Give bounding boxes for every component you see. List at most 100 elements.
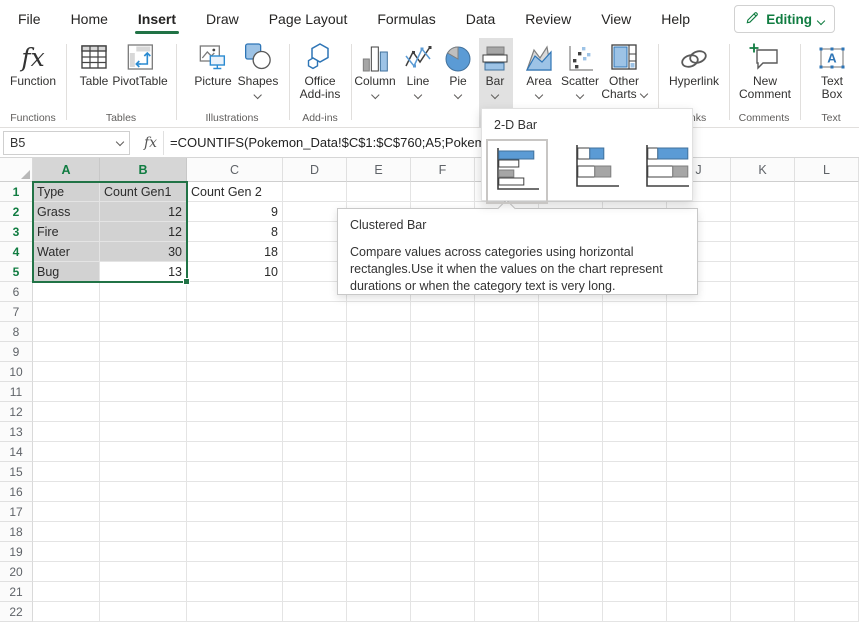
column-header-A[interactable]: A bbox=[33, 158, 100, 182]
cell-L7[interactable] bbox=[795, 302, 859, 322]
cell-J20[interactable] bbox=[667, 562, 731, 582]
cell-C13[interactable] bbox=[187, 422, 283, 442]
cell-A15[interactable] bbox=[33, 462, 100, 482]
cell-I11[interactable] bbox=[603, 382, 667, 402]
cell-H20[interactable] bbox=[539, 562, 603, 582]
cell-A20[interactable] bbox=[33, 562, 100, 582]
cell-D10[interactable] bbox=[283, 362, 347, 382]
cell-B17[interactable] bbox=[100, 502, 187, 522]
cell-C16[interactable] bbox=[187, 482, 283, 502]
row-header-9[interactable]: 9 bbox=[0, 342, 33, 362]
cell-C2[interactable]: 9 bbox=[187, 202, 283, 222]
cell-F11[interactable] bbox=[411, 382, 475, 402]
cell-A8[interactable] bbox=[33, 322, 100, 342]
cell-F18[interactable] bbox=[411, 522, 475, 542]
office-addins-button[interactable]: Office Add-ins bbox=[292, 40, 348, 101]
cell-L6[interactable] bbox=[795, 282, 859, 302]
cell-D11[interactable] bbox=[283, 382, 347, 402]
cell-L17[interactable] bbox=[795, 502, 859, 522]
row-header-7[interactable]: 7 bbox=[0, 302, 33, 322]
cell-L20[interactable] bbox=[795, 562, 859, 582]
cell-C6[interactable] bbox=[187, 282, 283, 302]
cell-L19[interactable] bbox=[795, 542, 859, 562]
cell-K1[interactable] bbox=[731, 182, 795, 202]
fill-handle[interactable] bbox=[183, 278, 190, 285]
cell-F8[interactable] bbox=[411, 322, 475, 342]
column-header-C[interactable]: C bbox=[187, 158, 283, 182]
cell-E22[interactable] bbox=[347, 602, 411, 622]
name-box[interactable]: B5 bbox=[3, 131, 130, 155]
tab-help[interactable]: Help bbox=[646, 0, 705, 38]
cell-G10[interactable] bbox=[475, 362, 539, 382]
column-header-L[interactable]: L bbox=[795, 158, 859, 182]
row-header-10[interactable]: 10 bbox=[0, 362, 33, 382]
cell-G19[interactable] bbox=[475, 542, 539, 562]
cell-B18[interactable] bbox=[100, 522, 187, 542]
new-comment-button[interactable]: New Comment bbox=[734, 40, 796, 101]
cell-B19[interactable] bbox=[100, 542, 187, 562]
cell-G12[interactable] bbox=[475, 402, 539, 422]
cell-C17[interactable] bbox=[187, 502, 283, 522]
chart-option-100-stacked-bar[interactable] bbox=[638, 139, 696, 198]
cell-F13[interactable] bbox=[411, 422, 475, 442]
row-header-18[interactable]: 18 bbox=[0, 522, 33, 542]
cell-L3[interactable] bbox=[795, 222, 859, 242]
cell-G17[interactable] bbox=[475, 502, 539, 522]
cell-G20[interactable] bbox=[475, 562, 539, 582]
cell-H11[interactable] bbox=[539, 382, 603, 402]
cell-K12[interactable] bbox=[731, 402, 795, 422]
cell-E1[interactable] bbox=[347, 182, 411, 202]
cell-F22[interactable] bbox=[411, 602, 475, 622]
cell-A5[interactable]: Bug bbox=[33, 262, 100, 282]
row-header-19[interactable]: 19 bbox=[0, 542, 33, 562]
cell-A13[interactable] bbox=[33, 422, 100, 442]
cell-D12[interactable] bbox=[283, 402, 347, 422]
tab-file[interactable]: File bbox=[3, 0, 56, 38]
cell-J22[interactable] bbox=[667, 602, 731, 622]
cell-B10[interactable] bbox=[100, 362, 187, 382]
cell-H22[interactable] bbox=[539, 602, 603, 622]
cell-D21[interactable] bbox=[283, 582, 347, 602]
cell-A17[interactable] bbox=[33, 502, 100, 522]
cell-G13[interactable] bbox=[475, 422, 539, 442]
cell-G22[interactable] bbox=[475, 602, 539, 622]
row-header-12[interactable]: 12 bbox=[0, 402, 33, 422]
cell-F19[interactable] bbox=[411, 542, 475, 562]
cell-H19[interactable] bbox=[539, 542, 603, 562]
cell-A10[interactable] bbox=[33, 362, 100, 382]
cell-G16[interactable] bbox=[475, 482, 539, 502]
cell-F9[interactable] bbox=[411, 342, 475, 362]
cell-L16[interactable] bbox=[795, 482, 859, 502]
cell-F10[interactable] bbox=[411, 362, 475, 382]
shapes-button[interactable]: Shapes bbox=[238, 40, 279, 98]
row-header-5[interactable]: 5 bbox=[0, 262, 33, 282]
cell-B11[interactable] bbox=[100, 382, 187, 402]
cell-I13[interactable] bbox=[603, 422, 667, 442]
cell-K2[interactable] bbox=[731, 202, 795, 222]
cell-L22[interactable] bbox=[795, 602, 859, 622]
cell-B22[interactable] bbox=[100, 602, 187, 622]
cell-K10[interactable] bbox=[731, 362, 795, 382]
row-header-13[interactable]: 13 bbox=[0, 422, 33, 442]
cell-C3[interactable]: 8 bbox=[187, 222, 283, 242]
cell-G21[interactable] bbox=[475, 582, 539, 602]
cell-K21[interactable] bbox=[731, 582, 795, 602]
cell-L4[interactable] bbox=[795, 242, 859, 262]
cell-I8[interactable] bbox=[603, 322, 667, 342]
cell-K20[interactable] bbox=[731, 562, 795, 582]
cell-L1[interactable] bbox=[795, 182, 859, 202]
cell-A22[interactable] bbox=[33, 602, 100, 622]
cell-F15[interactable] bbox=[411, 462, 475, 482]
cell-H15[interactable] bbox=[539, 462, 603, 482]
cell-L11[interactable] bbox=[795, 382, 859, 402]
cell-I9[interactable] bbox=[603, 342, 667, 362]
cell-K17[interactable] bbox=[731, 502, 795, 522]
column-header-E[interactable]: E bbox=[347, 158, 411, 182]
cell-A14[interactable] bbox=[33, 442, 100, 462]
cell-G14[interactable] bbox=[475, 442, 539, 462]
cell-E21[interactable] bbox=[347, 582, 411, 602]
cell-J10[interactable] bbox=[667, 362, 731, 382]
insert-function-button[interactable]: fx bbox=[138, 131, 164, 155]
cell-I18[interactable] bbox=[603, 522, 667, 542]
cell-D16[interactable] bbox=[283, 482, 347, 502]
